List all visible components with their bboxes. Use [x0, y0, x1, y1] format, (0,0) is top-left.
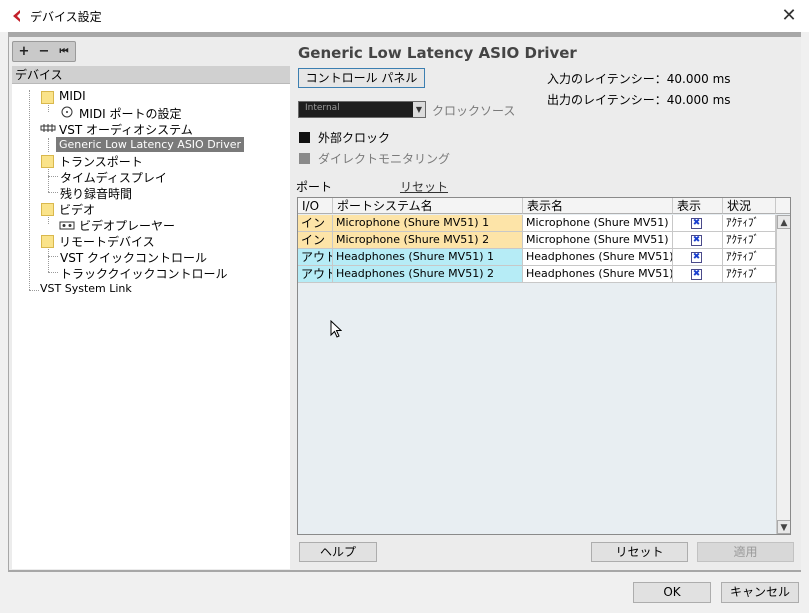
audio-system-icon [40, 124, 56, 132]
visible-cell: ✖ [673, 249, 723, 266]
ports-reset-link[interactable]: リセット [400, 178, 448, 195]
status-cell: ｱｸﾃｨﾌﾞ [723, 215, 776, 232]
table-row[interactable]: イン Microphone (Shure MV51) 2 Microphone … [298, 232, 776, 249]
title-bar [0, 0, 809, 32]
tree-item-track-quick-controls[interactable]: トラッククイックコントロール [60, 265, 228, 282]
tree-item-vst-quick-controls[interactable]: VST クイックコントロール [60, 249, 207, 266]
port-system-name-cell: Headphones (Shure MV51) 1 [333, 249, 523, 266]
status-cell: ｱｸﾃｨﾌﾞ [723, 249, 776, 266]
tree-item-vst-system-link[interactable]: VST System Link [40, 282, 132, 295]
display-name-cell[interactable]: Headphones (Shure MV51) 1 [523, 249, 673, 266]
display-name-cell[interactable]: Headphones (Shure MV51) 2 [523, 266, 673, 283]
visible-checkbox[interactable]: ✖ [691, 218, 702, 229]
table-row[interactable]: アウト Headphones (Shure MV51) 2 Headphones… [298, 266, 776, 283]
status-cell: ｱｸﾃｨﾌﾞ [723, 232, 776, 249]
ok-button[interactable]: OK [633, 582, 711, 603]
folder-icon [41, 203, 54, 216]
remove-device-button[interactable]: − [34, 42, 54, 61]
status-cell: ｱｸﾃｨﾌﾞ [723, 266, 776, 283]
folder-icon [41, 235, 54, 248]
column-header-port-system-name[interactable]: ポートシステム名 [333, 198, 523, 214]
ports-table: I/O ポートシステム名 表示名 表示 状況 イン Microphone (Sh… [297, 197, 791, 535]
tree-item-time-display[interactable]: タイムディスプレイ [60, 169, 167, 186]
tree-item-asio-driver[interactable]: Generic Low Latency ASIO Driver [56, 137, 245, 152]
folder-icon [41, 91, 54, 104]
external-clock-label: 外部クロック [318, 131, 391, 145]
tree-item-transport[interactable]: トランスポート [59, 153, 143, 170]
video-player-icon [59, 221, 75, 230]
scroll-up-icon[interactable]: ▲ [777, 215, 790, 229]
table-row[interactable]: イン Microphone (Shure MV51) 1 Microphone … [298, 215, 776, 232]
port-system-name-cell: Headphones (Shure MV51) 2 [333, 266, 523, 283]
cancel-button[interactable]: キャンセル [721, 582, 799, 603]
tree-item-record-time[interactable]: 残り録音時間 [60, 185, 132, 202]
table-scrollbar[interactable]: ▲ ▼ [776, 215, 790, 534]
visible-checkbox[interactable]: ✖ [691, 235, 702, 246]
driver-title: Generic Low Latency ASIO Driver [298, 44, 577, 62]
input-latency: 入力のレイテンシー：40.000 ms [547, 72, 731, 86]
device-tree: MIDI MIDI ポートの設定 VST オーディオシステム Generic L… [12, 84, 290, 569]
folder-icon [41, 155, 54, 168]
external-clock-checkbox[interactable] [299, 132, 310, 143]
clock-source-label: クロックソース [432, 104, 516, 118]
io-cell: アウト [298, 266, 333, 283]
ports-section-label: ポート [296, 180, 333, 194]
clock-source-value: Internal [305, 103, 340, 113]
port-system-name-cell: Microphone (Shure MV51) 1 [333, 215, 523, 232]
visible-checkbox[interactable]: ✖ [691, 269, 702, 280]
tree-header: デバイス [12, 66, 290, 84]
tree-item-remote-devices[interactable]: リモートデバイス [59, 233, 155, 250]
tree-item-video-player[interactable]: ビデオプレーヤー [79, 217, 175, 234]
tree-item-midi[interactable]: MIDI [59, 89, 86, 103]
tree-toolbar: + − ⏮ [12, 41, 76, 62]
visible-cell: ✖ [673, 232, 723, 249]
column-header-filler [776, 198, 790, 214]
column-header-visible[interactable]: 表示 [673, 198, 723, 214]
clock-source-select[interactable]: Internal ▼ [298, 101, 426, 118]
io-cell: イン [298, 215, 333, 232]
column-header-status[interactable]: 状況 [723, 198, 776, 214]
tree-item-video[interactable]: ビデオ [59, 201, 95, 218]
reset-button[interactable]: リセット [591, 542, 688, 562]
visible-cell: ✖ [673, 215, 723, 232]
add-device-button[interactable]: + [14, 42, 34, 61]
column-header-display-name[interactable]: 表示名 [523, 198, 673, 214]
help-button[interactable]: ヘルプ [299, 542, 377, 562]
tree-header-label: デバイス [15, 68, 63, 82]
display-name-cell[interactable]: Microphone (Shure MV51) 2 [523, 232, 673, 249]
output-latency: 出力のレイテンシー：40.000 ms [547, 93, 731, 107]
window-title: デバイス設定 [30, 10, 102, 24]
column-header-io[interactable]: I/O [298, 198, 333, 214]
visible-checkbox[interactable]: ✖ [691, 252, 702, 263]
direct-monitoring-checkbox[interactable] [299, 153, 310, 164]
table-row[interactable]: アウト Headphones (Shure MV51) 1 Headphones… [298, 249, 776, 266]
display-name-cell[interactable]: Microphone (Shure MV51) 1 [523, 215, 673, 232]
direct-monitoring-label: ダイレクトモニタリング [318, 152, 451, 166]
tree-item-midi-ports[interactable]: MIDI ポートの設定 [79, 105, 182, 122]
control-panel-button[interactable]: コントロール パネル [298, 68, 425, 88]
tree-item-vst-audio-system[interactable]: VST オーディオシステム [59, 121, 193, 138]
io-cell: イン [298, 232, 333, 249]
mouse-cursor-icon [330, 320, 342, 338]
chevron-down-icon: ▼ [413, 102, 425, 117]
close-icon[interactable]: ✕ [777, 5, 801, 27]
visible-cell: ✖ [673, 266, 723, 283]
reset-device-button[interactable]: ⏮ [54, 42, 74, 61]
cubase-logo-icon [13, 10, 20, 22]
io-cell: アウト [298, 249, 333, 266]
scroll-down-icon[interactable]: ▼ [777, 520, 790, 534]
apply-button[interactable]: 適用 [697, 542, 794, 562]
midi-port-icon [61, 106, 73, 118]
port-system-name-cell: Microphone (Shure MV51) 2 [333, 232, 523, 249]
